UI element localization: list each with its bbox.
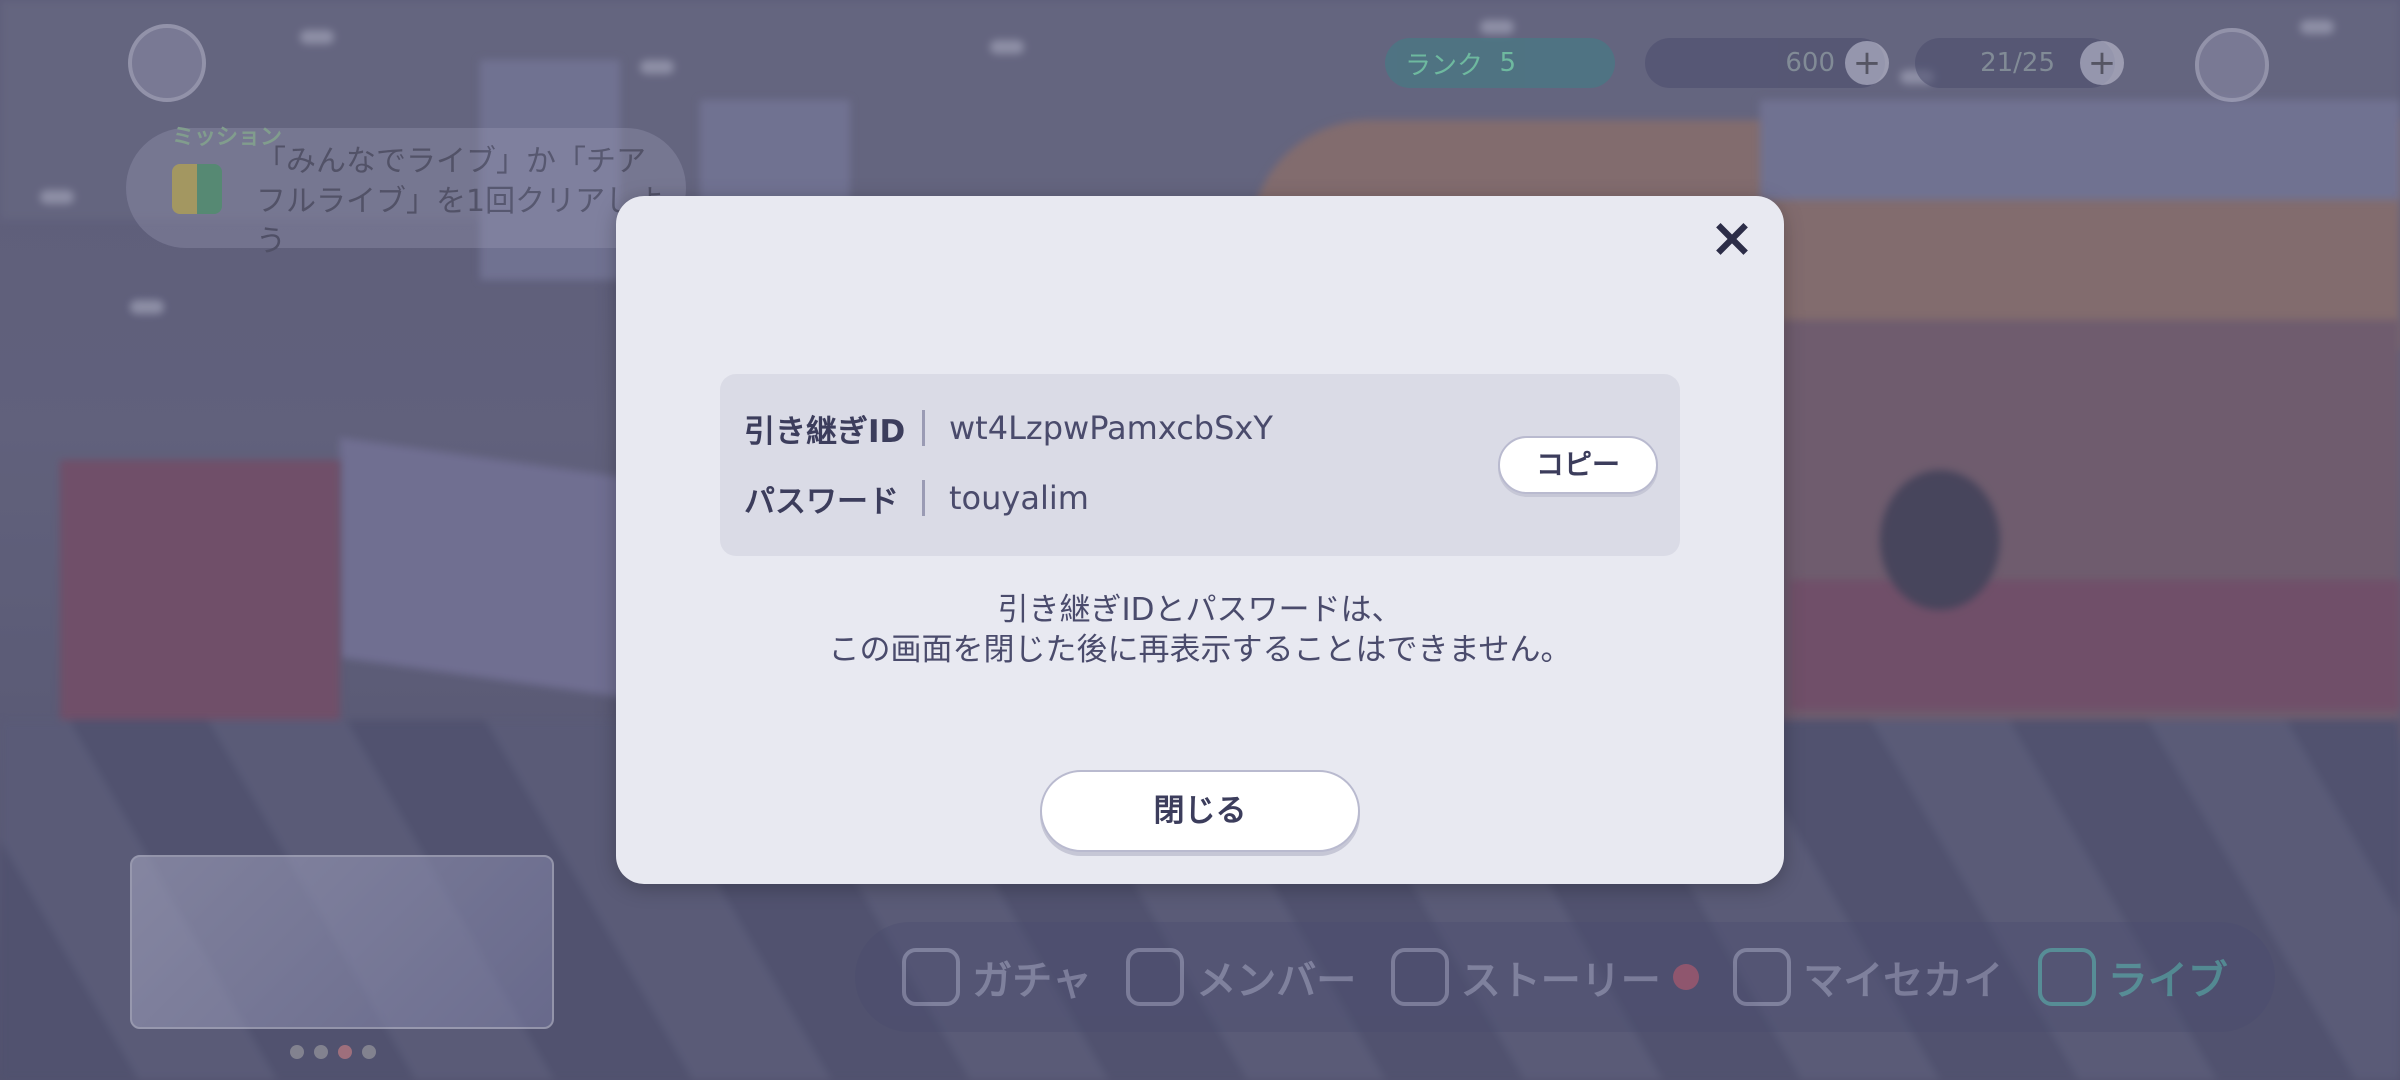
beginner-leaf-icon [172, 164, 222, 214]
close-icon[interactable]: × [1702, 208, 1762, 268]
transfer-id-value: wt4LzpwPamxcbSxY [949, 409, 1273, 447]
bottom-nav: ガチャ メンバー ストーリー マイセカイ ライブ [855, 922, 2275, 1032]
story-book-icon [1390, 948, 1449, 1006]
close-button[interactable]: 閉じる [1040, 770, 1360, 852]
event-banner[interactable] [130, 855, 554, 1029]
transfer-credentials-dialog: × 引き継ぎID wt4LzpwPamxcbSxY パスワード touyalim… [616, 196, 1784, 884]
crystal-value: 600 [1785, 48, 1835, 78]
house-icon [1733, 948, 1792, 1006]
music-note-icon [2037, 948, 2096, 1006]
transfer-id-row: 引き継ぎID wt4LzpwPamxcbSxY [744, 408, 1273, 450]
nav-label: ストーリー [1460, 958, 1661, 1004]
notification-badge [1672, 964, 1699, 990]
divider [922, 410, 925, 446]
nav-gacha[interactable]: ガチャ [902, 948, 1092, 1006]
rank-value: 5 [1499, 48, 1517, 78]
energy-value: 21/25 [1980, 48, 2055, 78]
nav-member[interactable]: メンバー [1126, 948, 1356, 1006]
mission-bubble[interactable]: ミッション 「みんなでライブ」か「チアフルライブ」を1回クリアしよう [126, 125, 686, 259]
password-row: パスワード touyalim [744, 478, 1089, 520]
nav-label: メンバー [1196, 958, 1357, 1004]
mission-text: 「みんなでライブ」か「チアフルライブ」を1回クリアしよう [256, 144, 666, 259]
mission-tag: ミッション [172, 125, 283, 150]
nav-label: ライブ [2107, 958, 2228, 1004]
transfer-id-label: 引き継ぎID [744, 413, 906, 450]
nav-live[interactable]: ライブ [2037, 948, 2228, 1006]
rank-label: ランク [1405, 50, 1484, 81]
member-icon [1126, 948, 1185, 1006]
nav-label: マイセカイ [1803, 958, 2004, 1004]
warning-notice: 引き継ぎIDとパスワードは、 この画面を閉じた後に再表示することはできません。 [616, 590, 1784, 670]
nav-mysekai[interactable]: マイセカイ [1733, 948, 2003, 1006]
add-crystal-button[interactable]: + [1845, 41, 1889, 85]
credentials-box: 引き継ぎID wt4LzpwPamxcbSxY パスワード touyalim コ… [720, 374, 1680, 556]
divider [922, 480, 925, 516]
notice-line-1: 引き継ぎIDとパスワードは、 [997, 592, 1403, 628]
add-energy-button[interactable]: + [2080, 41, 2124, 85]
gacha-icon [902, 948, 961, 1006]
notice-line-2: この画面を閉じた後に再表示することはできません。 [828, 632, 1572, 668]
nav-label: ガチャ [972, 958, 1092, 1004]
copy-button[interactable]: コピー [1498, 436, 1658, 494]
menu-icon[interactable] [2195, 28, 2269, 102]
password-value: touyalim [949, 479, 1089, 517]
profile-icon[interactable] [128, 24, 206, 102]
nav-story[interactable]: ストーリー [1390, 948, 1699, 1006]
rank-pill: ランク 5 [1385, 38, 1615, 88]
banner-pager [290, 1045, 376, 1059]
password-label: パスワード [744, 483, 899, 520]
